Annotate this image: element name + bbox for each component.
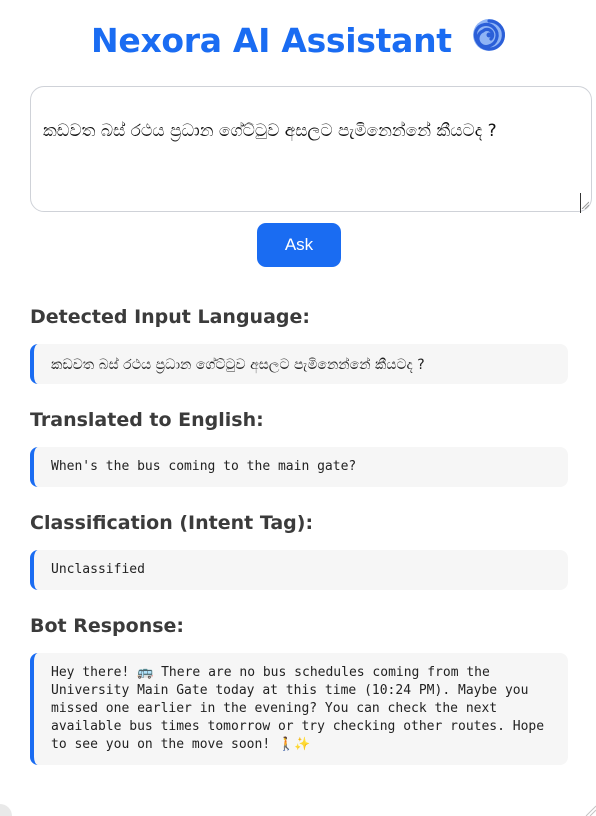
detected-language-label: Detected Input Language: [30, 306, 310, 328]
cyclone-icon [471, 17, 507, 63]
classification-label: Classification (Intent Tag): [30, 512, 314, 534]
window-resize-icon[interactable] [584, 804, 596, 816]
detected-language-box: කඩවත බස් රථය ප්‍රධාන ගේට්ටුව අසලට පැමිනෙ… [30, 344, 568, 384]
question-text: කඩවත බස් රථය ප්‍රධාන ගේට්ටුව අසලට පැමිනෙ… [43, 121, 497, 141]
ask-button[interactable]: Ask [257, 223, 341, 267]
bot-response-box: Hey there! 🚌 There are no bus schedules … [30, 653, 568, 765]
ask-row: Ask [30, 223, 568, 267]
resize-grip-icon[interactable] [581, 201, 589, 209]
question-textarea[interactable]: කඩවත බස් රථය ප්‍රධාන ගේට්ටුව අසලට පැමිනෙ… [30, 86, 592, 213]
translation-label: Translated to English: [30, 409, 264, 431]
classification-box: Unclassified [30, 550, 568, 590]
page-title-text: Nexora AI Assistant [91, 21, 452, 60]
page-title: Nexora AI Assistant [30, 0, 568, 62]
app-page: Nexora AI Assistant කඩවත බස් රථය ප්‍රධාන… [0, 0, 596, 816]
bot-response-label: Bot Response: [30, 615, 185, 637]
translation-box: When's the bus coming to the main gate? [30, 447, 568, 487]
window-corner [0, 804, 12, 816]
